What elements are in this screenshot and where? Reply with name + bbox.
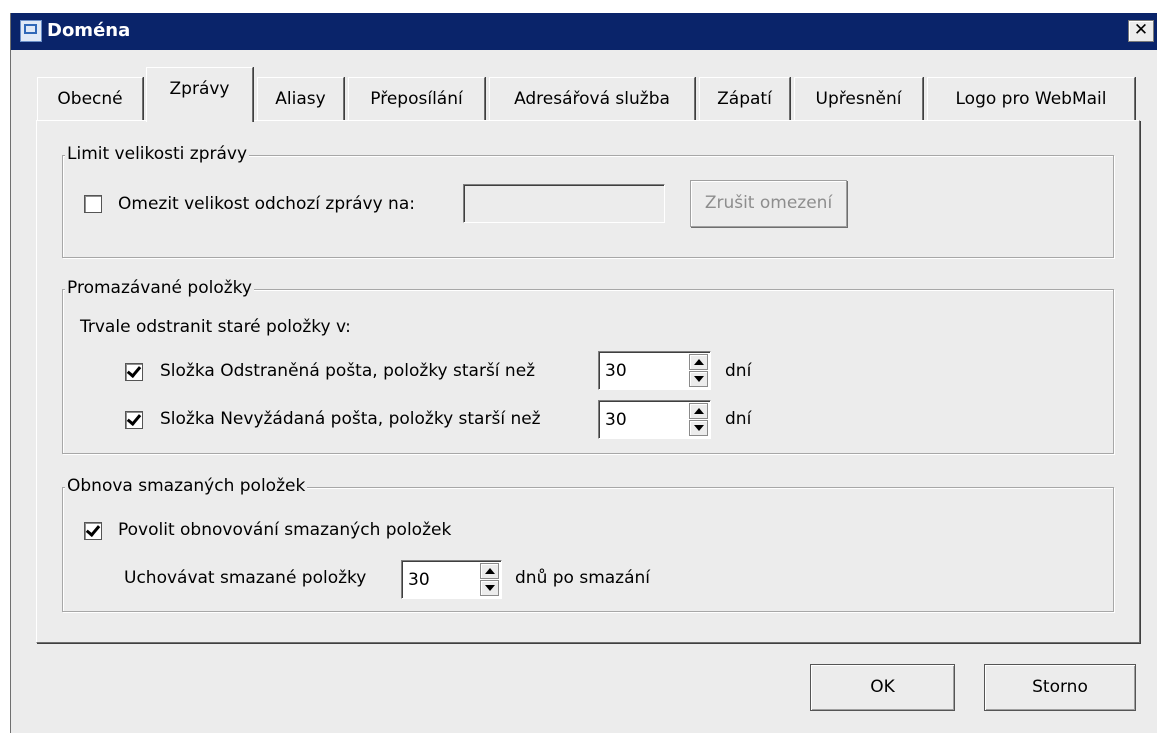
tab-zpravy[interactable]: Zprávy bbox=[146, 67, 253, 122]
keep-days-spin-buttons bbox=[480, 563, 499, 596]
tab-adresarova-sluzba[interactable]: Adresářová služba bbox=[489, 77, 695, 122]
keep-days-value: 30 bbox=[408, 570, 430, 590]
title-bar: Doména ✕ bbox=[11, 13, 1157, 50]
keep-days-spinner[interactable]: 30 bbox=[401, 560, 502, 599]
size-limit-group: Limit velikosti zprávy Omezit velikost o… bbox=[62, 142, 1114, 258]
enable-recovery-label: Povolit obnovování smazaných položek bbox=[118, 520, 452, 540]
tab-upresneni[interactable]: Upřesnění bbox=[794, 77, 923, 122]
clear-limit-button[interactable]: Zrušit omezení bbox=[690, 180, 847, 227]
recovery-legend: Obnova smazaných položek bbox=[65, 474, 308, 498]
junk-days-spin-buttons bbox=[689, 403, 708, 436]
keep-days-unit: dnů po smazání bbox=[515, 568, 651, 588]
junk-days-value: 30 bbox=[605, 410, 627, 430]
deleted-days-spinner[interactable]: 30 bbox=[598, 351, 711, 390]
spin-up-icon[interactable] bbox=[689, 403, 708, 419]
junk-folder-checkbox[interactable] bbox=[125, 411, 143, 429]
deleted-days-unit: dní bbox=[725, 361, 752, 381]
tab-zapati[interactable]: Zápatí bbox=[699, 77, 790, 122]
junk-days-unit: dní bbox=[725, 409, 752, 429]
app-icon bbox=[20, 20, 42, 42]
keep-items-label: Uchovávat smazané položky bbox=[124, 568, 367, 588]
ok-button[interactable]: OK bbox=[810, 664, 955, 711]
purge-intro: Trvale odstranit staré položky v: bbox=[80, 317, 351, 337]
purge-legend: Promazávané položky bbox=[65, 276, 254, 300]
deleted-days-value: 30 bbox=[605, 361, 627, 381]
deleted-days-spin-buttons bbox=[689, 354, 708, 387]
deleted-folder-label: Složka Odstraněná pošta, položky starší … bbox=[160, 361, 536, 381]
spin-down-icon[interactable] bbox=[689, 371, 708, 387]
junk-days-spinner[interactable]: 30 bbox=[598, 400, 711, 439]
limit-size-checkbox[interactable] bbox=[84, 195, 102, 213]
tab-logo-pro-webmail[interactable]: Logo pro WebMail bbox=[927, 77, 1135, 122]
enable-recovery-checkbox[interactable] bbox=[84, 522, 102, 540]
spin-down-icon[interactable] bbox=[480, 580, 499, 596]
size-limit-legend: Limit velikosti zprávy bbox=[65, 142, 250, 166]
purge-group: Promazávané položky Trvale odstranit sta… bbox=[62, 276, 1114, 454]
tab-aliasy[interactable]: Aliasy bbox=[257, 77, 344, 122]
spin-up-icon[interactable] bbox=[480, 563, 499, 579]
spin-up-icon[interactable] bbox=[689, 354, 708, 370]
tab-obecne[interactable]: Obecné bbox=[37, 77, 143, 122]
recovery-group: Obnova smazaných položek Povolit obnovov… bbox=[62, 474, 1114, 612]
active-tab-joint bbox=[147, 119, 251, 122]
size-limit-input[interactable] bbox=[463, 184, 665, 223]
junk-folder-label: Složka Nevyžádaná pošta, položky starší … bbox=[160, 409, 541, 429]
window-title: Doména bbox=[47, 20, 131, 41]
close-button[interactable]: ✕ bbox=[1128, 20, 1154, 42]
deleted-folder-checkbox[interactable] bbox=[125, 363, 143, 381]
spin-down-icon[interactable] bbox=[689, 420, 708, 436]
tab-preposilani[interactable]: Přeposílání bbox=[348, 77, 485, 122]
cancel-button[interactable]: Storno bbox=[984, 664, 1136, 711]
limit-size-label: Omezit velikost odchozí zprávy na: bbox=[118, 194, 415, 214]
